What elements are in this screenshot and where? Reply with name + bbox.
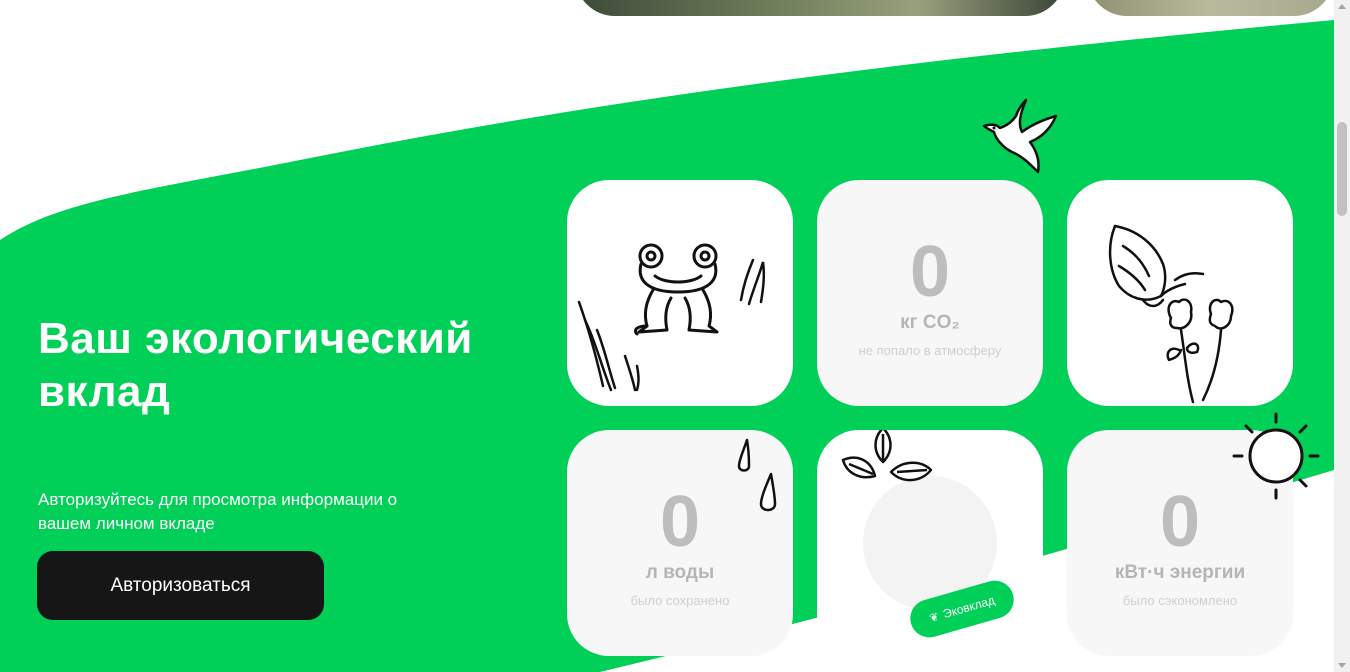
scroll-down-icon[interactable] <box>1338 663 1346 668</box>
scroll-thumb[interactable] <box>1337 122 1347 216</box>
scrollbar[interactable] <box>1334 0 1350 672</box>
dove-icon <box>982 98 1058 174</box>
sun-icon <box>1232 412 1320 500</box>
co2-description: не попало в атмосферу <box>858 343 1002 358</box>
scroll-up-icon[interactable] <box>1338 4 1346 9</box>
top-image-card[interactable] <box>575 0 1065 16</box>
co2-stat-tile: 0 кг CO₂ не попало в атмосферу <box>817 180 1043 406</box>
water-stat-tile: 0 л воды было сохранено <box>567 430 793 656</box>
top-image-card[interactable] <box>1087 0 1334 16</box>
butterfly-tile <box>1067 180 1293 406</box>
energy-unit: кВт·ч энергии <box>1114 562 1246 583</box>
co2-value: 0 <box>909 232 951 312</box>
hero-subtitle: Авторизуйтесь для просмотра информации о… <box>38 490 398 533</box>
leaf-icon: ❦ <box>928 610 941 625</box>
raindrop-icon <box>737 438 777 512</box>
co2-unit: кг CO₂ <box>900 312 960 333</box>
eco-contribution-tile: ❦ Эковклад <box>817 430 1043 656</box>
eco-badge-label: Эковклад <box>941 592 997 622</box>
login-button[interactable]: Авторизоваться <box>37 551 324 620</box>
energy-description: было сэкономлено <box>1122 593 1238 608</box>
grass-icon <box>577 258 766 392</box>
frog-tile <box>567 180 793 406</box>
flowers-icon <box>1166 298 1234 404</box>
page-title: Ваш экологический вклад <box>38 314 473 416</box>
